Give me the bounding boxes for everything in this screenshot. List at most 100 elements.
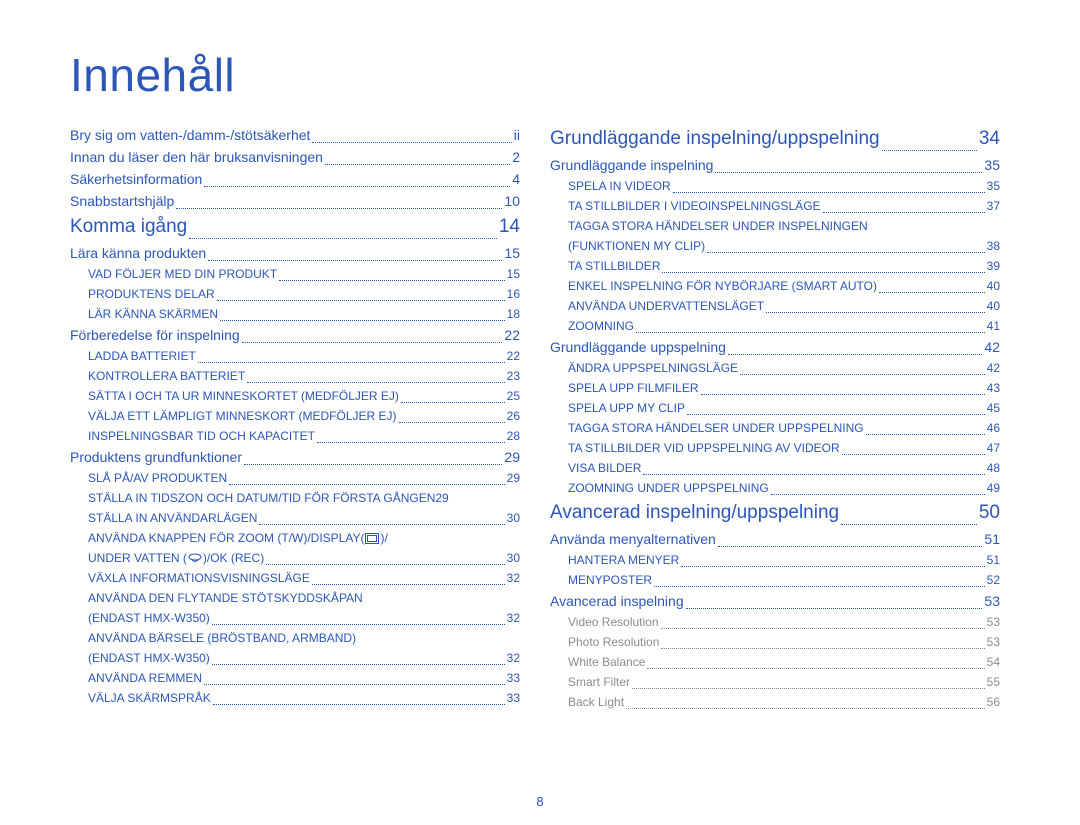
toc-entry[interactable]: VÄXLA INFORMATIONSVISNINGSLÄGE32	[70, 568, 520, 588]
toc-label: ANVÄNDA UNDERVATTENSLÄGET	[568, 296, 764, 316]
toc-entry[interactable]: LÄR KÄNNA SKÄRMEN18	[70, 304, 520, 324]
toc-entry[interactable]: Snabbstartshjälp10	[70, 190, 520, 212]
toc-entry[interactable]: TA STILLBILDER VID UPPSPELNING AV VIDEOR…	[550, 438, 1000, 458]
toc-page: 22	[504, 324, 520, 346]
toc-label: SÄTTA I OCH TA UR MINNESKORTET (MEDFÖLJE…	[88, 386, 399, 406]
toc-leader	[312, 141, 511, 143]
toc-leader	[866, 433, 985, 435]
toc-label: Snabbstartshjälp	[70, 190, 174, 212]
toc-entry[interactable]: ANVÄNDA UNDERVATTENSLÄGET40	[550, 296, 1000, 316]
toc-label: Innan du läser den här bruksanvisningen	[70, 146, 323, 168]
toc-page: 56	[987, 692, 1000, 712]
toc-label: KONTROLLERA BATTERIET	[88, 366, 245, 386]
toc-entry[interactable]: SPELA UPP FILMFILER43	[550, 378, 1000, 398]
toc-label: VÄLJA ETT LÄMPLIGT MINNESKORT (MEDFÖLJER…	[88, 406, 397, 426]
toc-entry[interactable]: TA STILLBILDER I VIDEOINSPELNINGSLÄGE37	[550, 196, 1000, 216]
toc-entry[interactable]: ÄNDRA UPPSPELNINGSLÄGE42	[550, 358, 1000, 378]
toc-entry[interactable]: Produktens grundfunktioner29	[70, 446, 520, 468]
toc-page: 53	[984, 590, 1000, 612]
toc-entry[interactable]: Säkerhetsinformation4	[70, 168, 520, 190]
toc-page: 34	[979, 124, 1000, 154]
toc-entry[interactable]: TA STILLBILDER39	[550, 256, 1000, 276]
toc-entry[interactable]: Grundläggande uppspelning42	[550, 336, 1000, 358]
toc-label: SPELA IN VIDEOR	[568, 176, 671, 196]
toc-page: 51	[987, 550, 1000, 570]
toc-label: UNDER VATTEN ()/OK (REC)	[88, 548, 264, 568]
toc-entry[interactable]: TAGGA STORA HÄNDELSER UNDER UPPSPELNING4…	[550, 418, 1000, 438]
toc-entry[interactable]: SPELA UPP MY CLIP45	[550, 398, 1000, 418]
toc-leader	[176, 207, 502, 209]
toc-entry[interactable]: ANVÄNDA KNAPPEN FÖR ZOOM (T/W)/DISPLAY()…	[70, 528, 520, 568]
toc-leader	[823, 211, 985, 213]
toc-entry[interactable]: ANVÄNDA DEN FLYTANDE STÖTSKYDDSKÅPAN(END…	[70, 588, 520, 628]
toc-entry[interactable]: INSPELNINGSBAR TID OCH KAPACITET28	[70, 426, 520, 446]
toc-leader	[681, 565, 984, 567]
toc-leader	[647, 667, 984, 669]
toc-entry[interactable]: Bry sig om vatten-/damm-/stötsäkerhetii	[70, 124, 520, 146]
toc-label: Förberedelse för inspelning	[70, 324, 240, 346]
toc-entry[interactable]: VAD FÖLJER MED DIN PRODUKT15	[70, 264, 520, 284]
toc-leader	[220, 319, 505, 321]
toc-entry[interactable]: TAGGA STORA HÄNDELSER UNDER INSPELNINGEN…	[550, 216, 1000, 256]
toc-label: PRODUKTENS DELAR	[88, 284, 215, 304]
toc-entry[interactable]: KONTROLLERA BATTERIET23	[70, 366, 520, 386]
toc-entry[interactable]: Video Resolution53	[550, 612, 1000, 632]
toc-entry[interactable]: STÄLLA IN ANVÄNDARLÄGEN30	[70, 508, 520, 528]
toc-page: 45	[987, 398, 1000, 418]
toc-left-column: Bry sig om vatten-/damm-/stötsäkerhetiiI…	[70, 124, 520, 712]
toc-leader	[661, 647, 984, 649]
toc-entry[interactable]: Back Light56	[550, 692, 1000, 712]
toc-entry[interactable]: Photo Resolution53	[550, 632, 1000, 652]
toc-label: ZOOMNING	[568, 316, 634, 336]
toc-page: 25	[507, 386, 520, 406]
toc-leader	[208, 259, 502, 261]
toc-entry[interactable]: Avancerad inspelning/uppspelning50	[550, 498, 1000, 528]
toc-entry[interactable]: Grundläggande inspelning/uppspelning34	[550, 124, 1000, 154]
toc-leader	[244, 463, 502, 465]
toc-entry[interactable]: VÄLJA ETT LÄMPLIGT MINNESKORT (MEDFÖLJER…	[70, 406, 520, 426]
toc-page: 50	[979, 498, 1000, 528]
toc-entry[interactable]: Förberedelse för inspelning 22	[70, 324, 520, 346]
toc-leader	[740, 373, 985, 375]
toc-entry[interactable]: Smart Filter55	[550, 672, 1000, 692]
toc-entry[interactable]: ZOOMNING UNDER UPPSPELNING49	[550, 478, 1000, 498]
toc-page: 47	[987, 438, 1000, 458]
toc-entry[interactable]: White Balance54	[550, 652, 1000, 672]
toc-entry[interactable]: Avancerad inspelning53	[550, 590, 1000, 612]
toc-label: TAGGA STORA HÄNDELSER UNDER INSPELNINGEN	[568, 216, 1000, 236]
toc-label: Video Resolution	[568, 612, 659, 632]
toc-entry[interactable]: Grundläggande inspelning35	[550, 154, 1000, 176]
toc-entry[interactable]: HANTERA MENYER51	[550, 550, 1000, 570]
toc-entry[interactable]: SPELA IN VIDEOR35	[550, 176, 1000, 196]
toc-page: 38	[987, 236, 1000, 256]
toc-entry[interactable]: PRODUKTENS DELAR16	[70, 284, 520, 304]
toc-entry[interactable]: ANVÄNDA BÄRSELE (BRÖSTBAND, ARMBAND)(END…	[70, 628, 520, 668]
toc-leader	[266, 563, 504, 565]
toc-entry[interactable]: VÄLJA SKÄRMSPRÅK33	[70, 688, 520, 708]
underwater-icon	[188, 553, 202, 564]
toc-entry[interactable]: ENKEL INSPELNING FÖR NYBÖRJARE (SMART AU…	[550, 276, 1000, 296]
toc-label: INSPELNINGSBAR TID OCH KAPACITET	[88, 426, 315, 446]
toc-page: 2	[512, 146, 520, 168]
toc-entry[interactable]: ZOOMNING41	[550, 316, 1000, 336]
toc-leader	[718, 545, 983, 547]
toc-entry[interactable]: LADDA BATTERIET22	[70, 346, 520, 366]
toc-entry[interactable]: STÄLLA IN TIDSZON OCH DATUM/TID FÖR FÖRS…	[70, 488, 520, 508]
toc-leader	[707, 251, 985, 253]
toc-label: Använda menyalternativen	[550, 528, 716, 550]
toc-page: 51	[984, 528, 1000, 550]
toc-entry[interactable]: Lära känna produkten15	[70, 242, 520, 264]
toc-entry[interactable]: SÄTTA I OCH TA UR MINNESKORTET (MEDFÖLJE…	[70, 386, 520, 406]
toc-entry[interactable]: SLÅ PÅ/AV PRODUKTEN29	[70, 468, 520, 488]
toc-leader	[626, 707, 985, 709]
toc-entry[interactable]: Komma igång14	[70, 212, 520, 242]
toc-entry[interactable]: ANVÄNDA REMMEN33	[70, 668, 520, 688]
toc-label: LÄR KÄNNA SKÄRMEN	[88, 304, 218, 324]
toc-entry[interactable]: VISA BILDER48	[550, 458, 1000, 478]
toc-page: 15	[504, 242, 520, 264]
toc-entry[interactable]: Innan du läser den här bruksanvisningen 2	[70, 146, 520, 168]
toc-leader	[701, 393, 985, 395]
toc-entry[interactable]: MENYPOSTER52	[550, 570, 1000, 590]
toc-entry[interactable]: Använda menyalternativen 51	[550, 528, 1000, 550]
toc-leader	[259, 523, 504, 525]
